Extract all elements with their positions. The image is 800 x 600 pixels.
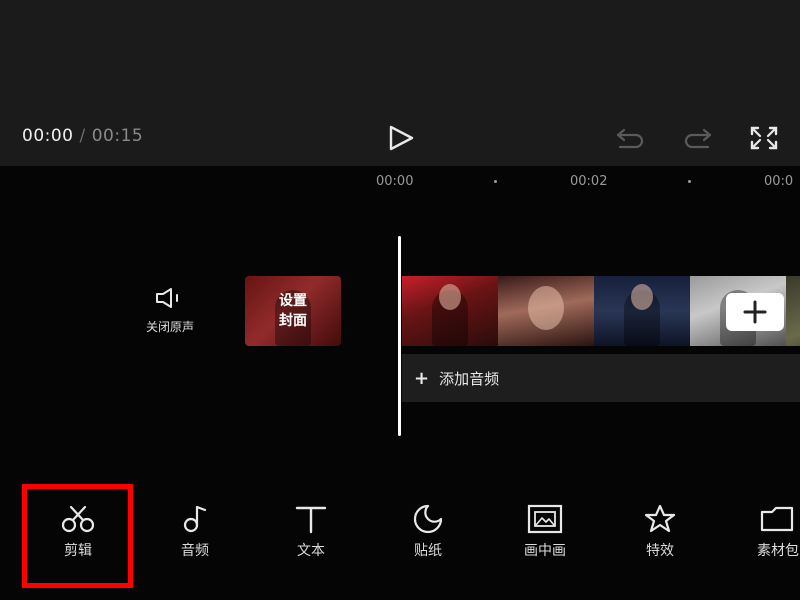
- tool-audio[interactable]: 音频: [155, 504, 235, 560]
- sticker-icon: [413, 504, 443, 534]
- picture-in-picture-icon: [527, 504, 563, 534]
- play-button[interactable]: [386, 124, 416, 152]
- ruler-label: 00:00: [376, 174, 414, 189]
- text-t-icon: [295, 506, 327, 534]
- plus-icon: +: [414, 368, 430, 389]
- current-time: 00:00: [22, 126, 74, 146]
- clip-thumbnail: [594, 276, 690, 346]
- ruler-label: 00:02: [570, 174, 608, 189]
- star-effect-icon: [644, 504, 676, 533]
- thumbnail-face: [528, 286, 564, 330]
- playhead[interactable]: [398, 236, 401, 436]
- tool-sticker[interactable]: 贴纸: [388, 504, 468, 560]
- tool-material-pack[interactable]: 素材包: [738, 504, 800, 560]
- tool-label: 画中画: [524, 543, 566, 559]
- bottom-toolbar: 剪辑 音频 文本 贴纸 画中画 特效 素材包: [0, 466, 800, 600]
- thumbnail-face: [631, 284, 653, 310]
- play-icon: [389, 125, 414, 151]
- timeline-area[interactable]: 00:00 00:02 00:0 关闭原声 设置 封面 + 添加音频: [0, 166, 800, 466]
- tool-label: 音频: [181, 543, 209, 559]
- tool-label: 贴纸: [414, 543, 442, 559]
- highlight-box: [22, 484, 133, 588]
- clip-thumbnail: [498, 276, 594, 346]
- tool-text[interactable]: 文本: [271, 504, 351, 560]
- add-audio-label: 添加音频: [439, 370, 500, 388]
- add-audio-button[interactable]: + 添加音频: [414, 368, 499, 389]
- fullscreen-button[interactable]: [748, 124, 780, 152]
- cover-label-line2: 封面: [279, 313, 307, 329]
- redo-button[interactable]: [682, 124, 714, 152]
- speaker-icon: [156, 288, 178, 308]
- clip-thumbnail: [402, 276, 498, 346]
- thumbnail-face: [439, 284, 461, 310]
- clip-thumbnail: [786, 276, 800, 346]
- cover-label: 设置 封面: [245, 291, 341, 331]
- folder-icon: [760, 506, 794, 532]
- music-note-icon: [183, 505, 207, 533]
- set-cover-button[interactable]: 设置 封面: [245, 276, 341, 346]
- mute-original-sound-button[interactable]: 关闭原声: [130, 286, 210, 335]
- undo-button[interactable]: [614, 124, 646, 152]
- tool-label: 文本: [297, 543, 325, 559]
- cover-label-line1: 设置: [279, 293, 307, 309]
- tool-effects[interactable]: 特效: [620, 504, 700, 560]
- tool-picture-in-picture[interactable]: 画中画: [505, 504, 585, 560]
- fullscreen-icon: [750, 126, 778, 150]
- mute-label: 关闭原声: [145, 320, 194, 334]
- ruler-dot: [688, 180, 691, 183]
- redo-icon: [684, 128, 712, 149]
- time-display: 00:00/00:15: [22, 126, 143, 146]
- ruler-dot: [494, 180, 497, 183]
- audio-track[interactable]: + 添加音频: [402, 354, 800, 402]
- tool-label: 特效: [646, 543, 674, 559]
- ruler-label: 00:0: [764, 174, 794, 189]
- total-time: 00:15: [91, 126, 144, 146]
- add-clip-button[interactable]: [726, 293, 784, 331]
- tool-label: 素材包: [757, 543, 799, 559]
- undo-icon: [616, 128, 644, 149]
- time-separator: /: [79, 126, 86, 146]
- plus-icon: [743, 300, 767, 324]
- preview-area[interactable]: 00:00/00:15: [0, 0, 800, 166]
